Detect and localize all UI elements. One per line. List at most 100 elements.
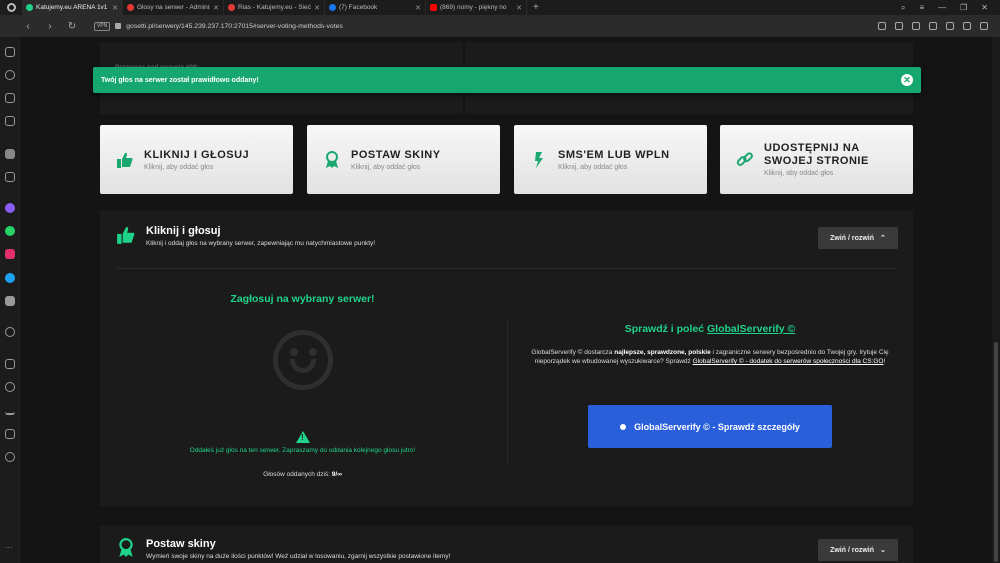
shop-icon[interactable] xyxy=(5,93,15,103)
search-icon[interactable]: ⌕ xyxy=(901,3,905,13)
player-circle-icon[interactable] xyxy=(5,327,15,337)
page-scrollbar[interactable] xyxy=(992,37,1000,563)
menu-icon[interactable]: ≡ xyxy=(919,3,924,12)
card-subtitle: Kliknij, aby oddać głos xyxy=(558,163,628,171)
messenger-icon[interactable] xyxy=(5,203,15,213)
gamepad-icon[interactable] xyxy=(5,47,15,57)
snapshot-icon[interactable] xyxy=(895,22,903,30)
close-window-icon[interactable]: ✕ xyxy=(981,3,988,12)
maximize-icon[interactable]: ❐ xyxy=(960,3,967,12)
shield-icon[interactable] xyxy=(912,22,920,30)
speed-dial-icon[interactable] xyxy=(5,70,15,80)
card-sms[interactable]: SMS'EM LUB WPLN Kliknij, aby oddać głos xyxy=(514,125,707,194)
more-icon[interactable]: ··· xyxy=(5,544,15,555)
card-subtitle: Kliknij, aby oddać głos xyxy=(351,163,421,171)
close-tab-icon[interactable]: ✕ xyxy=(516,4,522,12)
reload-icon[interactable]: ↻ xyxy=(66,21,78,32)
card-click-vote[interactable]: KLIKNIJ I GŁOSUJ Kliknij, aby oddać głos xyxy=(100,125,293,194)
gs-desc-bold: najlepsze, sprawdzone, polskie xyxy=(614,349,711,356)
player-icon[interactable] xyxy=(5,172,15,182)
gs-title-link[interactable]: GlobalServerify © xyxy=(707,323,795,335)
back-icon[interactable]: ‹ xyxy=(22,21,34,32)
page-content: Przewaga nad pozycją #98: Twój głos na s… xyxy=(20,37,992,563)
browser-sidebar: ··· xyxy=(0,37,20,563)
toggle-section-button[interactable]: Zwiń / rozwiń ⌄ xyxy=(818,539,898,561)
history-icon[interactable] xyxy=(5,382,15,392)
votes-today: Głosów oddanych dziś: 9/∞ xyxy=(100,471,505,478)
chevron-down-icon: ⌄ xyxy=(880,547,886,554)
success-toast: Twój głos na serwer został prawidłowo od… xyxy=(93,67,921,93)
smiley-eye xyxy=(309,348,317,356)
discord-icon[interactable] xyxy=(5,296,15,306)
opera-logo-icon[interactable] xyxy=(0,0,22,15)
section-title: Kliknij i głosuj xyxy=(146,225,221,237)
menu-icon[interactable] xyxy=(980,22,988,30)
section-description: Wymień swoje skiny na duże ilości punktó… xyxy=(146,553,451,560)
favicon-icon xyxy=(127,4,134,11)
close-tab-icon[interactable]: ✕ xyxy=(314,4,320,12)
wallet-icon[interactable] xyxy=(946,22,954,30)
browser-tab-2[interactable]: Głosy na serwer - Adminis ✕ xyxy=(123,0,224,15)
vote-title: Zagłosuj na wybrany serwer! xyxy=(230,293,375,305)
vote-methods: KLIKNIJ I GŁOSUJ Kliknij, aby oddać głos… xyxy=(100,125,913,194)
globalserverify-button[interactable]: GlobalServerify © - Sprawdź szczegóły xyxy=(588,405,832,448)
scrollbar-thumb[interactable] xyxy=(994,342,998,562)
chevron-up-icon: ⌃ xyxy=(880,235,886,242)
toggle-label: Zwiń / rozwiń xyxy=(830,546,875,554)
cta-label: GlobalServerify © - Sprawdź szczegóły xyxy=(634,421,800,432)
gs-title-prefix: Sprawdź i poleć xyxy=(624,323,705,335)
twitter-icon[interactable] xyxy=(5,273,15,283)
close-tab-icon[interactable]: ✕ xyxy=(415,4,421,12)
smiley-eye xyxy=(290,348,298,356)
gs-desc-link[interactable]: GlobalServerify © - dodatek do serwerów … xyxy=(693,358,884,365)
card-subtitle: Kliknij, aby oddać głos xyxy=(144,163,214,171)
forward-icon[interactable]: › xyxy=(44,21,56,32)
home-icon[interactable] xyxy=(5,149,15,159)
thumbs-up-icon xyxy=(116,225,136,250)
tab-title: Rias - Katujemy.eu - Sieć se xyxy=(238,4,311,11)
grid-icon[interactable] xyxy=(5,359,15,369)
tab-title: Głosy na serwer - Adminis xyxy=(137,4,211,11)
vpn-badge[interactable]: VPN xyxy=(94,21,111,31)
link-icon xyxy=(736,151,754,169)
downloads-icon[interactable] xyxy=(5,405,15,415)
favicon-icon xyxy=(228,4,235,11)
card-title: POSTAW SKINY xyxy=(351,148,441,161)
download-icon[interactable] xyxy=(963,22,971,30)
browser-tab-4[interactable]: (7) Facebook ✕ xyxy=(325,0,426,15)
globalserverify-description: GlobalServerify © dostarcza najlepsze, s… xyxy=(520,348,900,366)
close-tab-icon[interactable]: ✕ xyxy=(213,4,219,12)
toggle-section-button[interactable]: Zwiń / rozwiń ⌃ xyxy=(818,227,898,249)
card-share[interactable]: UDOSTĘPNIJ NA SWOJEJ STRONIE Kliknij, ab… xyxy=(720,125,913,194)
browser-tab-1[interactable]: Katujemy.eu ARENA 1v1 12 ✕ xyxy=(22,0,123,15)
browser-tab-3[interactable]: Rias - Katujemy.eu - Sieć se ✕ xyxy=(224,0,325,15)
settings-icon[interactable] xyxy=(5,452,15,462)
award-icon xyxy=(116,538,136,563)
toast-close-icon[interactable]: ✕ xyxy=(901,74,913,86)
close-tab-icon[interactable]: ✕ xyxy=(112,4,118,12)
section-click-vote: Kliknij i głosuj Kliknij i oddaj głos na… xyxy=(100,210,913,506)
address-bar: ‹ › ↻ VPN gosetti.pl/serwery/145.239.237… xyxy=(0,15,1000,37)
url-field[interactable]: gosetti.pl/serwery/145.239.237.170:27015… xyxy=(126,23,343,30)
search-page-icon[interactable] xyxy=(878,22,886,30)
browser-tab-5[interactable]: (869) nomy - piękny no ✕ xyxy=(426,0,527,15)
instagram-icon[interactable] xyxy=(5,249,15,259)
whatsapp-icon[interactable] xyxy=(5,226,15,236)
info-icon xyxy=(620,423,627,430)
tab-title: (7) Facebook xyxy=(339,4,378,11)
section-header: Kliknij i głosuj Kliknij i oddaj głos na… xyxy=(116,225,375,250)
twitch-icon[interactable] xyxy=(5,116,15,126)
card-title: SMS'EM LUB WPLN xyxy=(558,148,670,161)
tab-bar: Katujemy.eu ARENA 1v1 12 ✕ Głosy na serw… xyxy=(0,0,1000,15)
bookmark-icon[interactable] xyxy=(929,22,937,30)
extensions-icon[interactable] xyxy=(5,429,15,439)
minimize-icon[interactable]: — xyxy=(938,3,946,12)
award-icon xyxy=(323,150,341,169)
toggle-label: Zwiń / rozwiń xyxy=(830,234,875,242)
bolt-icon xyxy=(530,151,548,169)
smiley-icon xyxy=(273,330,333,390)
card-skins[interactable]: POSTAW SKINY Kliknij, aby oddać głos xyxy=(307,125,500,194)
already-voted-message: Oddałeś już głos na ten serwer. Zaprasza… xyxy=(189,447,416,454)
lock-icon[interactable] xyxy=(115,23,122,29)
new-tab-button[interactable]: + xyxy=(527,0,545,15)
